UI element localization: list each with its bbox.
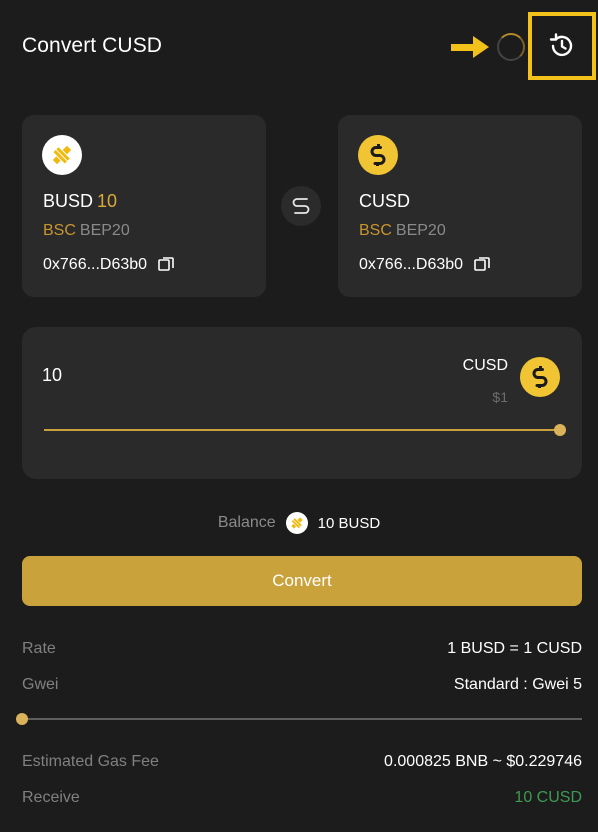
history-button[interactable] <box>528 12 596 80</box>
arrow-right-icon <box>451 36 489 58</box>
convert-panel: Convert CUSD BUSD 10 BSC BEP20 0x766...D… <box>0 0 598 832</box>
to-token-address: 0x766...D63b0 <box>359 256 464 273</box>
to-token-address-row: 0x766...D63b0 <box>359 256 490 274</box>
rate-value: 1 BUSD = 1 CUSD <box>447 640 582 657</box>
gwei-value: Standard : Gwei 5 <box>453 676 582 693</box>
from-token-symbol: BUSD <box>43 191 94 211</box>
to-token-chain: BSC <box>359 222 392 239</box>
from-token-network: BSC BEP20 <box>43 222 130 240</box>
from-token-card[interactable]: BUSD 10 BSC BEP20 0x766...D63b0 <box>22 115 266 297</box>
balance-row: Balance 10 BUSD <box>0 512 598 534</box>
from-token-chain: BSC <box>43 222 76 239</box>
gwei-label: Gwei <box>22 676 59 693</box>
receive-value: 10 CUSD <box>514 789 582 806</box>
history-icon <box>549 33 573 57</box>
copy-icon[interactable] <box>158 257 174 273</box>
receive-label: Receive <box>22 789 80 806</box>
from-token-address: 0x766...D63b0 <box>43 256 148 273</box>
busd-logo-icon <box>42 135 82 175</box>
balance-value: 10 BUSD <box>317 514 381 532</box>
amount-slider-thumb[interactable] <box>554 424 566 436</box>
amount-slider-track[interactable] <box>44 429 560 431</box>
gas-fee-label: Estimated Gas Fee <box>22 753 159 770</box>
cusd-logo-icon <box>520 357 560 397</box>
busd-logo-icon <box>285 512 308 534</box>
swap-icon <box>292 198 310 214</box>
target-token-symbol: CUSD <box>462 357 508 374</box>
to-token-symbol: CUSD <box>359 191 411 211</box>
from-token-amount: 10 <box>97 191 118 211</box>
page-title: Convert CUSD <box>22 34 163 57</box>
copy-icon[interactable] <box>474 257 490 273</box>
swap-direction-button[interactable] <box>281 186 321 226</box>
gwei-row: Gwei Standard : Gwei 5 <box>22 676 582 694</box>
to-token-card[interactable]: CUSD BSC BEP20 0x766...D63b0 <box>338 115 582 297</box>
to-token-name: CUSD <box>359 191 410 212</box>
rate-label: Rate <box>22 640 56 657</box>
loading-spinner-icon <box>497 33 525 61</box>
gas-fee-row: Estimated Gas Fee 0.000825 BNB ~ $0.2297… <box>22 753 582 771</box>
receive-row: Receive 10 CUSD <box>22 789 582 807</box>
from-token-standard: BEP20 <box>79 222 130 239</box>
rate-row: Rate 1 BUSD = 1 CUSD <box>22 640 582 658</box>
to-token-network: BSC BEP20 <box>359 222 446 240</box>
gwei-slider-thumb[interactable] <box>16 713 28 725</box>
amount-input[interactable] <box>42 365 242 386</box>
convert-button[interactable]: Convert <box>22 556 582 606</box>
balance-label: Balance <box>217 514 276 531</box>
amount-panel: CUSD $1 <box>22 327 582 479</box>
cusd-logo-icon <box>358 135 398 175</box>
target-token-price: $1 <box>492 389 508 405</box>
from-token-address-row: 0x766...D63b0 <box>43 256 174 274</box>
to-token-standard: BEP20 <box>395 222 446 239</box>
gas-fee-value: 0.000825 BNB ~ $0.229746 <box>384 753 582 770</box>
gwei-slider-track[interactable] <box>22 718 582 720</box>
from-token-name: BUSD 10 <box>43 191 117 212</box>
